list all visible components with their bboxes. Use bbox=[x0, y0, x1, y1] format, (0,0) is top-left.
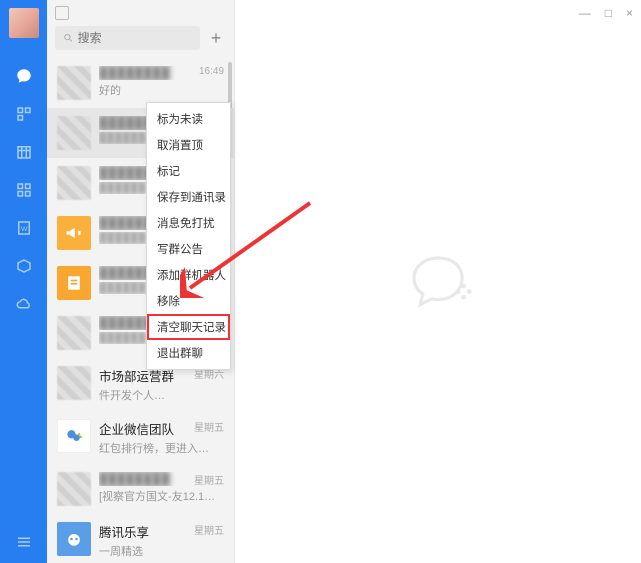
svg-text:W: W bbox=[21, 226, 28, 233]
chat-avatar bbox=[57, 316, 91, 350]
chat-subtitle: 一周精选 bbox=[99, 543, 224, 559]
context-menu-item[interactable]: 清空聊天记录 bbox=[147, 314, 230, 340]
main-area: — □ × bbox=[235, 0, 641, 563]
chat-item[interactable]: ████████好的16:49 bbox=[47, 58, 234, 108]
context-menu-item[interactable]: 移除 bbox=[147, 288, 230, 314]
close-button[interactable]: × bbox=[626, 6, 633, 20]
context-menu-item[interactable]: 消息免打扰 bbox=[147, 210, 230, 236]
search-box[interactable] bbox=[55, 26, 200, 50]
context-menu-item[interactable]: 写群公告 bbox=[147, 236, 230, 262]
chat-icon[interactable] bbox=[14, 66, 34, 86]
cloud-icon[interactable] bbox=[14, 294, 34, 314]
context-menu-item[interactable]: 标记 bbox=[147, 158, 230, 184]
add-button[interactable]: + bbox=[206, 28, 226, 48]
docs-icon[interactable]: W bbox=[14, 218, 34, 238]
chat-time: 星期五 bbox=[194, 419, 224, 434]
context-menu: 标为未读取消置顶标记保存到通讯录消息免打扰写群公告添加群机器人移除清空聊天记录退… bbox=[146, 102, 231, 370]
contacts-icon[interactable] bbox=[14, 104, 34, 124]
chat-subtitle: [视察官方国文-友12.1… bbox=[99, 488, 224, 504]
context-menu-item[interactable]: 保存到通讯录 bbox=[147, 184, 230, 210]
workspace-icon[interactable] bbox=[14, 256, 34, 276]
chat-item[interactable]: 腾讯乐享一周精选星期五 bbox=[47, 514, 234, 563]
chat-avatar bbox=[57, 366, 91, 400]
window-controls: — □ × bbox=[579, 6, 633, 20]
search-input[interactable] bbox=[78, 31, 192, 45]
chat-avatar bbox=[57, 266, 91, 300]
context-menu-item[interactable]: 退出群聊 bbox=[147, 340, 230, 366]
context-menu-item[interactable]: 标为未读 bbox=[147, 106, 230, 132]
apps-icon[interactable] bbox=[14, 180, 34, 200]
chat-time: 16:49 bbox=[199, 66, 224, 77]
chat-subtitle: 件开发个人… bbox=[99, 387, 224, 403]
minimize-button[interactable]: — bbox=[579, 6, 591, 20]
chat-list-column: + ████████好的16:49██████████████15:24████… bbox=[47, 0, 235, 563]
context-menu-item[interactable]: 添加群机器人 bbox=[147, 262, 230, 288]
wecom-logo-icon bbox=[398, 242, 478, 322]
chat-avatar bbox=[57, 66, 91, 100]
avatar[interactable] bbox=[9, 8, 39, 38]
context-menu-item[interactable]: 取消置顶 bbox=[147, 132, 230, 158]
nav-sidebar: W bbox=[0, 0, 47, 563]
calendar-icon[interactable] bbox=[14, 142, 34, 162]
chat-avatar bbox=[57, 116, 91, 150]
chat-item[interactable]: 企业微信团队红包排行榜，更进入…星期五 bbox=[47, 411, 234, 464]
chat-item[interactable]: ████████[视察官方国文-友12.1…星期五 bbox=[47, 464, 234, 514]
chat-subtitle: 好的 bbox=[99, 82, 224, 98]
chat-time: 星期五 bbox=[194, 472, 224, 487]
chat-avatar bbox=[57, 472, 91, 506]
maximize-button[interactable]: □ bbox=[605, 6, 612, 20]
chat-avatar bbox=[57, 419, 91, 453]
chat-avatar bbox=[57, 522, 91, 556]
chat-subtitle: 红包排行榜，更进入… bbox=[99, 440, 224, 456]
chat-time: 星期五 bbox=[194, 522, 224, 537]
chat-avatar bbox=[57, 166, 91, 200]
chat-avatar bbox=[57, 216, 91, 250]
menu-toggle-icon[interactable] bbox=[15, 533, 33, 551]
list-tab-toggle[interactable] bbox=[55, 6, 69, 20]
